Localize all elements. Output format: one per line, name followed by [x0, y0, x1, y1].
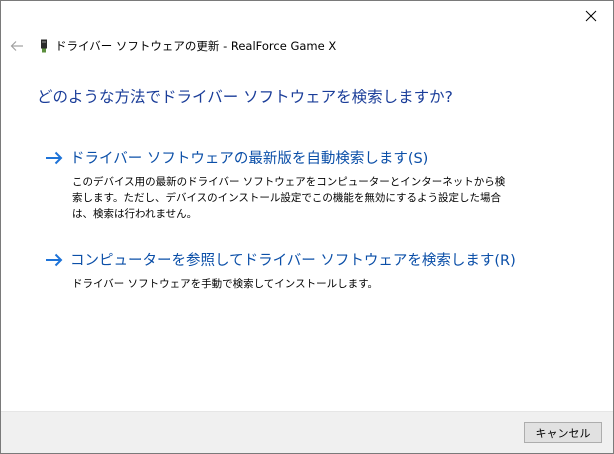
browse-computer-option[interactable]: コンピューターを参照してドライバー ソフトウェアを検索します(R) ドライバー …	[45, 249, 565, 292]
browse-computer-title[interactable]: コンピューターを参照してドライバー ソフトウェアを検索します(R)	[70, 249, 516, 270]
right-arrow-icon	[45, 251, 65, 269]
dialog-header: ドライバー ソフトウェアの更新 - RealForce Game X	[9, 35, 336, 57]
close-button[interactable]	[577, 5, 605, 27]
dialog-footer: キャンセル	[1, 411, 613, 453]
page-heading: どのような方法でドライバー ソフトウェアを検索しますか?	[37, 88, 453, 106]
right-arrow-icon	[45, 149, 65, 167]
back-arrow-icon	[10, 41, 23, 51]
window-title: ドライバー ソフトウェアの更新 - RealForce Game X	[55, 39, 337, 53]
close-icon	[585, 10, 597, 22]
auto-search-title[interactable]: ドライバー ソフトウェアの最新版を自動検索します(S)	[70, 147, 428, 168]
driver-update-dialog: ドライバー ソフトウェアの更新 - RealForce Game X どのような…	[0, 0, 614, 454]
usb-device-icon	[39, 38, 49, 54]
auto-search-description: このデバイス用の最新のドライバー ソフトウェアをコンピューターとインターネットか…	[72, 176, 506, 220]
auto-search-option[interactable]: ドライバー ソフトウェアの最新版を自動検索します(S) このデバイス用の最新のド…	[45, 147, 565, 222]
back-button[interactable]	[9, 38, 25, 54]
cancel-button[interactable]: キャンセル	[524, 422, 602, 443]
browse-computer-description: ドライバー ソフトウェアを手動で検索してインストールします。	[72, 278, 379, 290]
